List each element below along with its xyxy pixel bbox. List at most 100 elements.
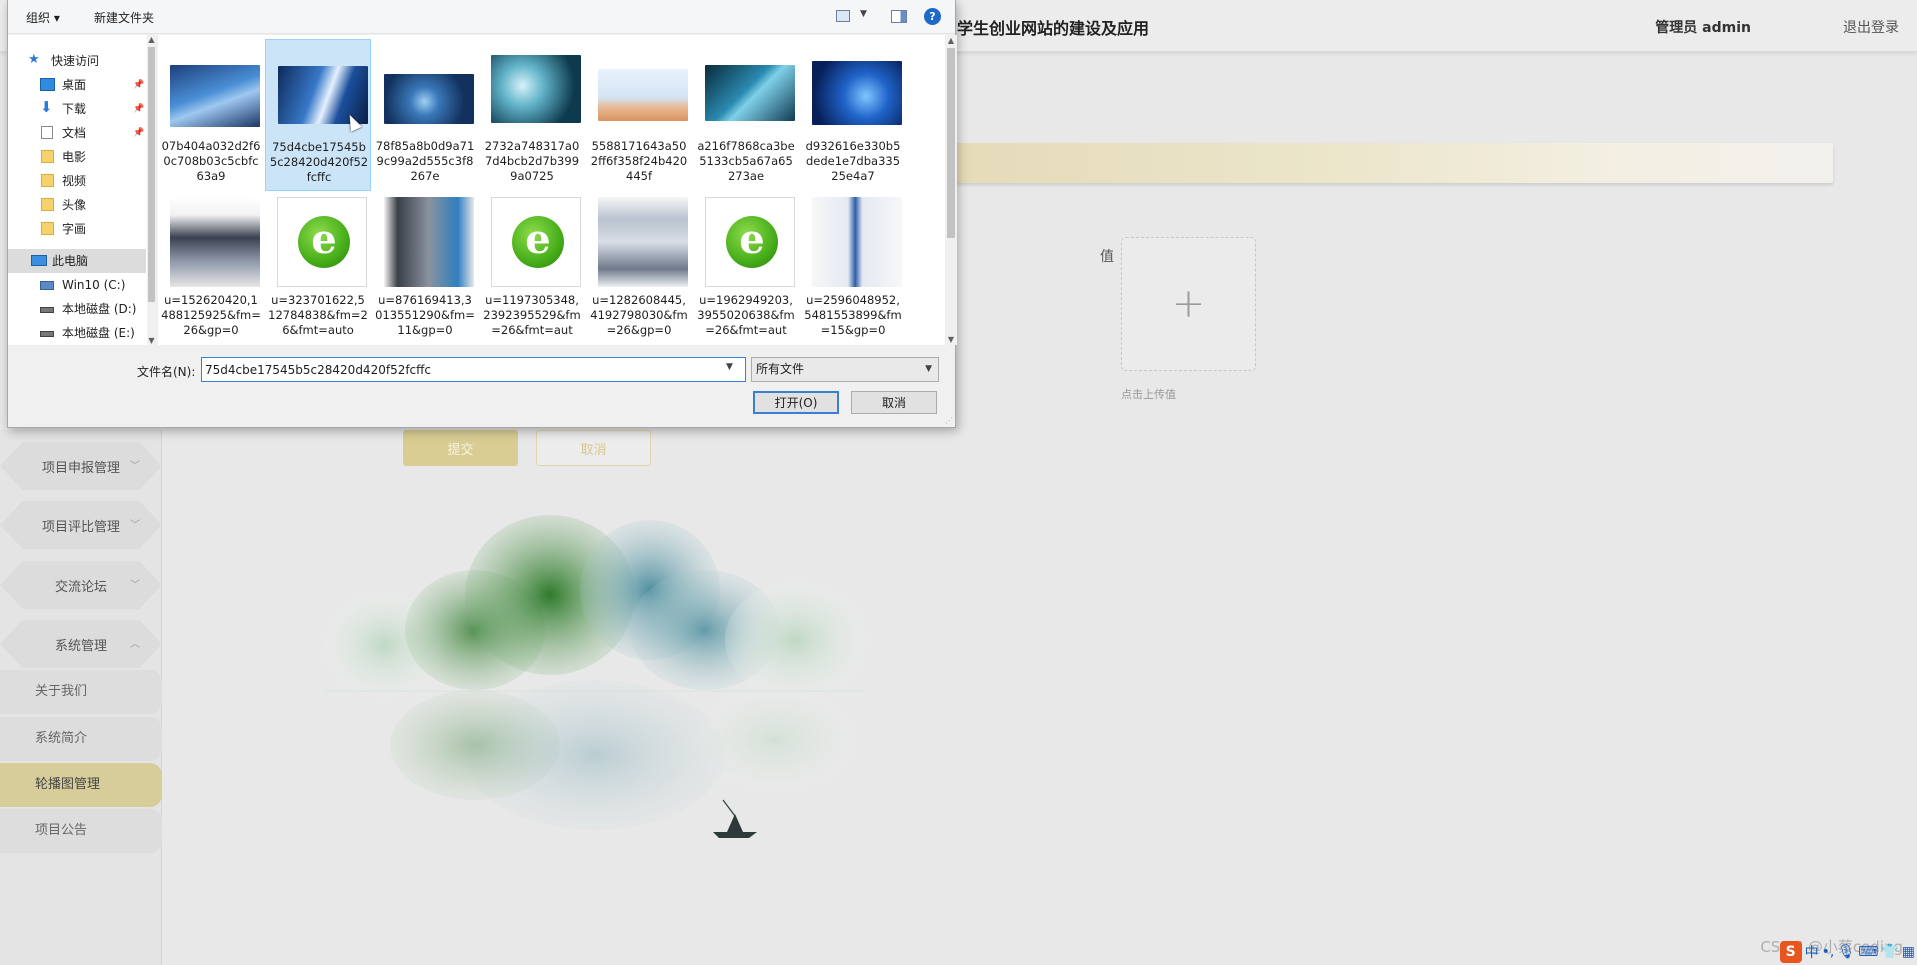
nav-label: 下载 <box>62 102 87 116</box>
file-thumbnail <box>812 61 902 125</box>
sidebar-item-about[interactable]: 关于我们 <box>0 670 162 714</box>
sidebar-item-carousel[interactable]: 轮播图管理 <box>0 763 162 807</box>
nav-label: 此电脑 <box>52 254 89 268</box>
nav-label: 本地磁盘 (E:) <box>62 326 135 340</box>
nav-item-drive-e[interactable]: 本地磁盘 (E:) <box>8 321 146 345</box>
navigation-pane: ★ 快速访问 桌面 📌 ⬇ 下载 📌 文档 📌 电影 视频 头像 字画 此电脑 … <box>8 35 156 345</box>
sidebar-item-intro[interactable]: 系统简介 <box>0 717 162 761</box>
file-item[interactable]: 2732a748317a07d4bcb2d7b3999a0725 <box>479 39 585 191</box>
desktop-icon <box>40 78 55 91</box>
pin-icon: 📌 <box>133 128 145 138</box>
file-item[interactable]: u=152620420,1488125925&fm=26&gp=0 <box>158 193 264 345</box>
folder-icon <box>41 174 54 187</box>
resize-grip-icon[interactable]: ⋰ <box>945 416 953 425</box>
nav-item-documents[interactable]: 文档 📌 <box>8 121 146 145</box>
chevron-down-icon[interactable]: ▼ <box>860 9 867 19</box>
scroll-thumb[interactable] <box>148 47 155 302</box>
submit-button[interactable]: 提交 <box>403 430 518 466</box>
file-item[interactable]: u=876169413,3013551290&fm=11&gp=0 <box>372 193 478 345</box>
ie-icon: e <box>512 216 564 268</box>
view-mode-icon[interactable] <box>836 10 850 22</box>
file-item[interactable]: 07b404a032d2f60c708b03c5cbfc63a9 <box>158 39 264 191</box>
menu-system[interactable]: 系统管理 ︿ <box>0 620 162 668</box>
menu-label: 系统管理 <box>54 638 107 654</box>
file-name: a216f7868ca3be5133cb5a67a65273ae <box>697 139 795 183</box>
ime-mode-label[interactable]: 中 <box>1805 942 1819 962</box>
nav-item-this-pc[interactable]: 此电脑 <box>8 249 146 273</box>
nav-item-quick-access[interactable]: ★ 快速访问 <box>8 49 146 73</box>
grid-icon[interactable]: ▦ <box>1902 944 1915 960</box>
nav-item-downloads[interactable]: ⬇ 下载 📌 <box>8 97 146 121</box>
new-folder-button[interactable]: 新建文件夹 <box>94 9 154 26</box>
preview-pane-icon[interactable] <box>891 10 907 23</box>
file-item[interactable]: e u=323701622,512784838&fm=26&fmt=auto <box>265 193 371 345</box>
open-button[interactable]: 打开(O) <box>753 391 839 414</box>
file-item[interactable]: e u=1197305348,2392395529&fm=26&fmt=aut <box>479 193 585 345</box>
punctuation-icon[interactable]: •, <box>1822 944 1835 960</box>
microphone-icon[interactable]: 🎙 <box>1837 944 1855 960</box>
file-name: u=2596048952,5481553899&fm=15&gp=0 <box>804 293 902 337</box>
scroll-up-icon[interactable]: ▲ <box>147 35 156 44</box>
file-open-dialog: 组织 ▾ 新建文件夹 ▼ ? ★ 快速访问 桌面 📌 ⬇ 下载 📌 文档 📌 电… <box>7 0 957 428</box>
upload-hint: 点击上传值 <box>1121 388 1176 401</box>
chevron-down-icon: ﹀ <box>130 520 140 531</box>
menu-forum[interactable]: 交流论坛 ﹀ <box>0 561 162 609</box>
html-file-thumbnail: e <box>705 197 795 287</box>
file-item[interactable]: 78f85a8b0d9a719c99a2d555c3f8267e <box>372 39 478 191</box>
file-name: u=152620420,1488125925&fm=26&gp=0 <box>161 293 261 337</box>
file-item[interactable]: a216f7868ca3be5133cb5a67a65273ae <box>693 39 799 191</box>
filename-input[interactable] <box>201 357 746 382</box>
file-name: 5588171643a502ff6f358f24b420445f <box>590 139 688 183</box>
sogou-icon[interactable]: S <box>1779 941 1802 963</box>
scroll-down-icon[interactable]: ▼ <box>945 335 957 344</box>
logout-link[interactable]: 退出登录 <box>1843 17 1899 37</box>
nav-item-drive-c[interactable]: Win10 (C:) <box>8 273 146 297</box>
shirt-icon[interactable]: 👕 <box>1881 944 1898 960</box>
html-file-thumbnail: e <box>277 197 367 287</box>
file-name: u=1197305348,2392395529&fm=26&fmt=aut <box>483 293 581 337</box>
chevron-down-icon[interactable]: ▼ <box>726 362 733 372</box>
nav-item-avatars[interactable]: 头像 <box>8 193 146 217</box>
file-name: 07b404a032d2f60c708b03c5cbfc63a9 <box>161 139 261 183</box>
html-file-thumbnail: e <box>491 197 581 287</box>
nav-item-desktop[interactable]: 桌面 📌 <box>8 73 146 97</box>
keyboard-icon[interactable]: ⌨ <box>1858 944 1878 960</box>
nav-label: Win10 (C:) <box>62 278 126 292</box>
nav-label: 字画 <box>62 222 87 236</box>
file-name: 78f85a8b0d9a719c99a2d555c3f8267e <box>375 139 475 183</box>
file-thumbnail <box>170 197 260 287</box>
nav-item-videos[interactable]: 视频 <box>8 169 146 193</box>
nav-label: 视频 <box>62 174 87 188</box>
file-item[interactable]: u=1282608445,4192798030&fm=26&gp=0 <box>586 193 692 345</box>
nav-item-drive-d[interactable]: 本地磁盘 (D:) <box>8 297 146 321</box>
nav-scrollbar[interactable]: ▲ ▼ <box>147 35 156 345</box>
sidebar-item-announcement[interactable]: 项目公告 <box>0 809 162 853</box>
nav-label: 头像 <box>62 198 87 212</box>
folder-icon <box>41 150 54 163</box>
sidebar: 项目申报管理 ﹀ 项目评比管理 ﹀ 交流论坛 ﹀ 系统管理 ︿ 关于我们 系统简… <box>0 430 162 965</box>
scroll-thumb[interactable] <box>947 48 955 238</box>
download-icon: ⬇ <box>40 98 53 116</box>
image-upload[interactable]: + <box>1121 237 1256 371</box>
cancel-button[interactable]: 取消 <box>536 430 651 466</box>
menu-label: 交流论坛 <box>54 579 107 595</box>
file-item[interactable]: u=2596048952,5481553899&fm=15&gp=0 <box>800 193 906 345</box>
dialog-cancel-button[interactable]: 取消 <box>851 391 937 414</box>
nav-item-calligraphy[interactable]: 字画 <box>8 217 146 241</box>
help-button[interactable]: ? <box>924 8 941 25</box>
file-item[interactable]: 5588171643a502ff6f358f24b420445f <box>586 39 692 191</box>
menu-project-apply[interactable]: 项目申报管理 ﹀ <box>0 442 162 490</box>
chevron-up-icon: ︿ <box>130 639 140 650</box>
scroll-down-icon[interactable]: ▼ <box>147 336 156 345</box>
file-item[interactable]: d932616e330b5dede1e7dba33525e4a7 <box>800 39 906 191</box>
nav-item-movies[interactable]: 电影 <box>8 145 146 169</box>
scroll-up-icon[interactable]: ▲ <box>945 36 957 45</box>
menu-project-rating[interactable]: 项目评比管理 ﹀ <box>0 501 162 549</box>
organize-button[interactable]: 组织 ▾ <box>26 9 60 26</box>
file-thumbnail <box>491 55 581 123</box>
file-thumbnail <box>598 197 688 287</box>
file-list-scrollbar[interactable]: ▲ ▼ <box>945 35 957 345</box>
file-item[interactable]: e u=1962949203,3955020638&fm=26&fmt=aut <box>693 193 799 345</box>
filetype-select[interactable]: 所有文件 ▼ <box>751 357 939 382</box>
ie-icon: e <box>298 216 350 268</box>
